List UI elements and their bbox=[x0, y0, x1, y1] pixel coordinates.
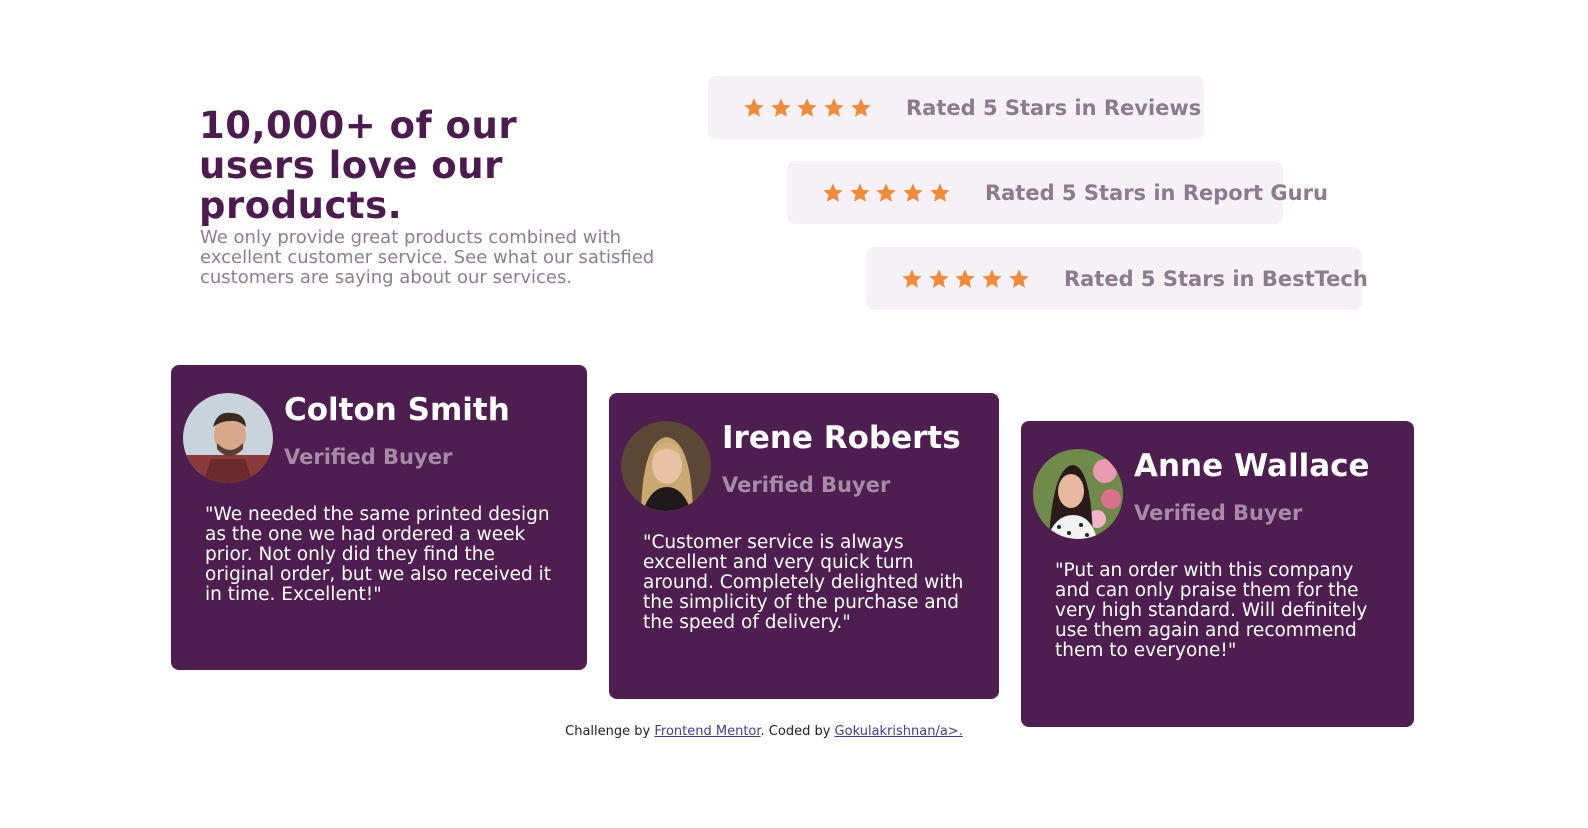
star-icon bbox=[847, 182, 874, 204]
star-rating bbox=[741, 97, 874, 119]
attribution-prefix: Challenge by bbox=[565, 724, 655, 739]
verified-badge: Verified Buyer bbox=[1134, 501, 1303, 525]
attribution-middle: . Coded by bbox=[760, 724, 835, 739]
rating-report-guru: Rated 5 Stars in Report Guru bbox=[787, 161, 1328, 224]
rating-label: Rated 5 Stars in Reviews bbox=[906, 95, 1202, 120]
page-headline: 10,000+ of our users love our products. bbox=[199, 104, 518, 227]
star-icon bbox=[926, 182, 953, 204]
star-icon bbox=[900, 182, 927, 204]
star-icon bbox=[768, 97, 795, 119]
rating-reviews: Rated 5 Stars in Reviews bbox=[708, 76, 1204, 139]
star-icon bbox=[926, 268, 953, 290]
star-icon bbox=[952, 268, 979, 290]
verified-badge: Verified Buyer bbox=[722, 473, 891, 497]
attribution-footer: Challenge by Frontend Mentor. Coded by G… bbox=[0, 724, 1528, 739]
verified-badge: Verified Buyer bbox=[284, 445, 453, 469]
star-icon bbox=[873, 182, 900, 204]
intro-paragraph: We only provide great products combined … bbox=[200, 227, 655, 288]
testimonial-quote: "Customer service is always excellent an… bbox=[643, 532, 964, 633]
star-icon bbox=[794, 97, 821, 119]
rating-label: Rated 5 Stars in BestTech bbox=[1063, 266, 1368, 291]
star-rating bbox=[820, 182, 953, 204]
star-icon bbox=[741, 97, 768, 119]
star-icon bbox=[979, 268, 1006, 290]
testimonial-card-irene: Irene Roberts Verified Buyer "Customer s… bbox=[609, 393, 999, 699]
reviewer-name: Anne Wallace bbox=[1134, 448, 1370, 484]
testimonial-quote: "We needed the same printed design as th… bbox=[205, 504, 552, 605]
testimonial-quote: "Put an order with this company and can … bbox=[1055, 560, 1368, 661]
avatar bbox=[183, 393, 273, 483]
reviewer-name: Irene Roberts bbox=[722, 420, 961, 456]
frontend-mentor-link[interactable]: Frontend Mentor bbox=[654, 724, 760, 739]
testimonials-page: 10,000+ of our users love our products. … bbox=[0, 0, 1588, 828]
avatar bbox=[1033, 449, 1123, 539]
rating-besttech: Rated 5 Stars in BestTech bbox=[866, 247, 1368, 310]
testimonial-card-anne: Anne Wallace Verified Buyer "Put an orde… bbox=[1021, 421, 1414, 727]
star-icon bbox=[820, 182, 847, 204]
star-icon bbox=[847, 97, 874, 119]
star-icon bbox=[899, 268, 926, 290]
star-rating bbox=[899, 268, 1032, 290]
testimonial-card-colton: Colton Smith Verified Buyer "We needed t… bbox=[171, 365, 587, 670]
author-link[interactable]: Gokulakrishnan/a>. bbox=[835, 724, 963, 739]
reviewer-name: Colton Smith bbox=[284, 392, 510, 428]
star-icon bbox=[821, 97, 848, 119]
avatar bbox=[621, 421, 711, 511]
rating-label: Rated 5 Stars in Report Guru bbox=[984, 180, 1328, 205]
star-icon bbox=[1005, 268, 1032, 290]
